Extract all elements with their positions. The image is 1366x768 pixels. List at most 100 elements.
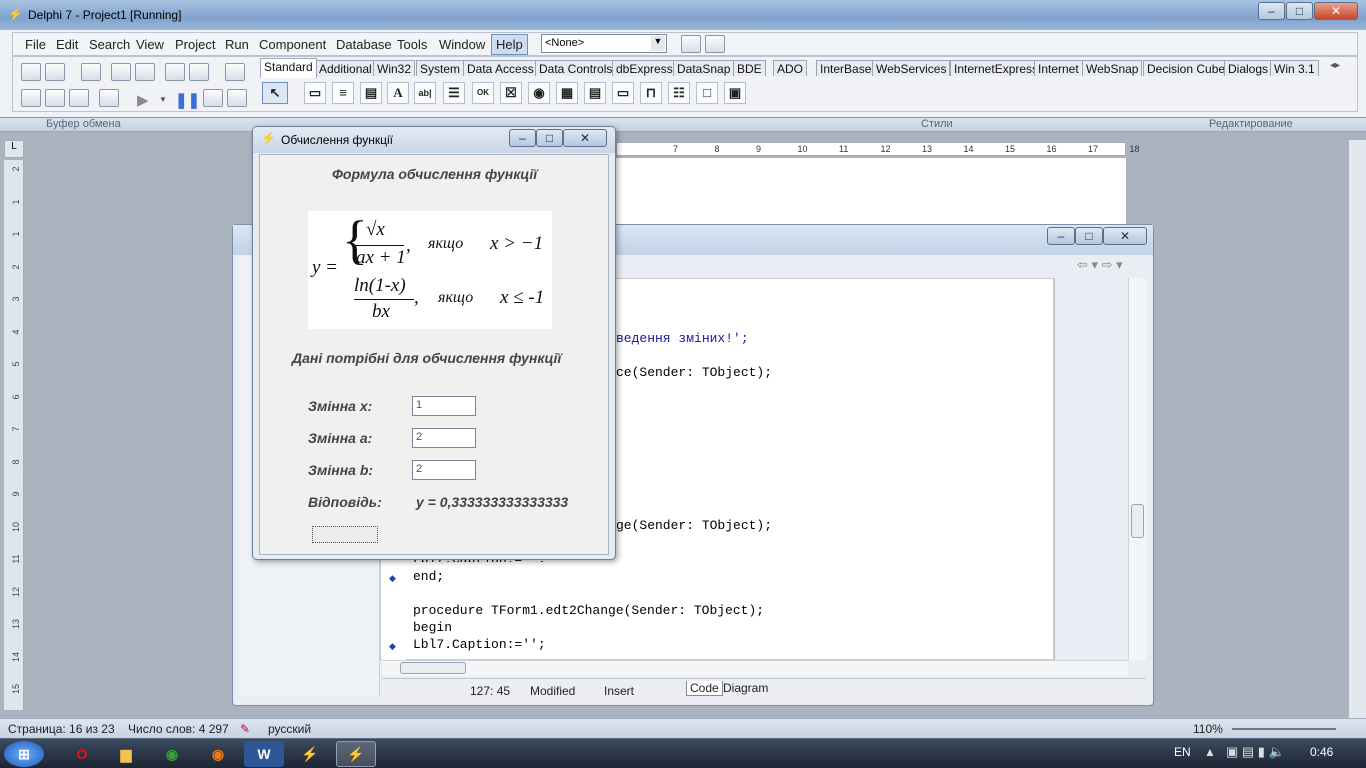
zoom-level[interactable]: 110% (1193, 722, 1223, 736)
tray-arrow-icon[interactable]: ▲ (1204, 745, 1216, 759)
button-icon[interactable]: OK (472, 82, 494, 104)
menu-run[interactable]: Run (225, 37, 249, 52)
debug-icon[interactable] (681, 35, 701, 53)
view-form-icon[interactable] (45, 89, 65, 107)
popupmenu-icon[interactable]: ▤ (360, 82, 382, 104)
chevron-down-icon[interactable]: ▼ (651, 36, 665, 51)
tray-icons[interactable]: ▣ ▤ ▮ 🔈 (1226, 744, 1285, 760)
pause-icon[interactable]: ❚❚ (175, 91, 200, 109)
editor-vertical-scrollbar[interactable] (1128, 278, 1146, 660)
scrollbar-icon[interactable]: ▭ (612, 82, 634, 104)
language-indicator[interactable]: русский (268, 722, 311, 736)
label-icon[interactable]: A (387, 82, 409, 104)
input-language[interactable]: EN (1174, 745, 1191, 759)
close-button[interactable]: ✕ (1314, 2, 1358, 20)
b-input[interactable]: 2 (412, 460, 476, 480)
new-icon[interactable] (21, 63, 41, 81)
panel-icon[interactable]: □ (696, 82, 718, 104)
clock[interactable]: 0:46 (1310, 745, 1333, 759)
menu-view[interactable]: View (136, 37, 164, 52)
pointer-tool-icon[interactable]: ↖ (262, 82, 288, 104)
menu-component[interactable]: Component (259, 37, 326, 52)
tab-dialogs[interactable]: Dialogs (1224, 60, 1273, 76)
tab-diagram[interactable]: Diagram (720, 681, 771, 695)
tab-decision-cube[interactable]: Decision Cube (1143, 60, 1230, 76)
x-input[interactable]: 1 (412, 396, 476, 416)
palette-scroll-icon[interactable]: ◂▸ (1330, 60, 1340, 71)
tab-standard[interactable]: Standard (260, 58, 317, 78)
new-form-icon[interactable] (99, 89, 119, 107)
tab-win32[interactable]: Win32 (373, 60, 416, 76)
combobox-icon[interactable]: ▤ (584, 82, 606, 104)
minimize-button[interactable]: – (1258, 2, 1285, 20)
document-page[interactable] (616, 158, 1126, 228)
groupbox-icon[interactable]: ⊓ (640, 82, 662, 104)
tab-code[interactable]: Code (686, 681, 723, 696)
scroll-thumb[interactable] (1131, 504, 1144, 538)
form-maximize-button[interactable]: □ (536, 129, 563, 147)
delphi-taskbar-icon[interactable]: ⚡ (290, 741, 330, 767)
open-icon[interactable] (45, 63, 65, 81)
add-file-icon[interactable] (165, 63, 185, 81)
tab-bde[interactable]: BDE (733, 60, 766, 76)
frames-icon[interactable]: ▭ (304, 82, 326, 104)
tab-internetexpress[interactable]: InternetExpress (950, 60, 1043, 76)
tab-win31[interactable]: Win 3.1 (1270, 60, 1319, 76)
tab-data-access[interactable]: Data Access (463, 60, 538, 76)
menu-tools[interactable]: Tools (397, 37, 427, 52)
maximize-button[interactable]: □ (1286, 2, 1313, 20)
project-taskbar-icon[interactable]: ⚡ (336, 741, 376, 767)
menu-project[interactable]: Project (175, 37, 215, 52)
menu-search[interactable]: Search (89, 37, 130, 52)
editor-maximize-button[interactable]: □ (1075, 227, 1103, 245)
tab-dbexpress[interactable]: dbExpress (612, 60, 677, 76)
firefox-icon[interactable]: ◉ (198, 741, 238, 767)
chrome-icon[interactable]: ◉ (152, 741, 192, 767)
hscroll-thumb[interactable] (400, 662, 466, 674)
tab-datasnap[interactable]: DataSnap (673, 60, 735, 76)
page-count[interactable]: Страница: 16 из 23 (8, 722, 115, 736)
component-combo[interactable]: <None> ▼ (541, 34, 667, 53)
tab-data-controls[interactable]: Data Controls (535, 60, 617, 76)
tab-interbase[interactable]: InterBase (816, 60, 876, 76)
calculate-button[interactable] (312, 526, 378, 543)
menu-edit[interactable]: Edit (56, 37, 78, 52)
trace-into-icon[interactable] (203, 89, 223, 107)
mainmenu-icon[interactable]: ≡ (332, 82, 354, 104)
checkbox-icon[interactable]: ☒ (500, 82, 522, 104)
view-unit-icon[interactable] (21, 89, 41, 107)
word-vertical-scrollbar[interactable] (1348, 140, 1366, 718)
memo-icon[interactable]: ☰ (443, 82, 465, 104)
menu-file[interactable]: File (25, 37, 46, 52)
help-contents-icon[interactable] (225, 63, 245, 81)
menu-database[interactable]: Database (336, 37, 392, 52)
actionlist-icon[interactable]: ▣ (724, 82, 746, 104)
start-button[interactable]: ⊞ (4, 741, 44, 767)
editor-minimize-button[interactable]: – (1047, 227, 1075, 245)
tab-additional[interactable]: Additional (315, 60, 376, 76)
form-close-button[interactable]: ✕ (563, 129, 607, 147)
run-dropdown-chevron-icon[interactable]: ▼ (159, 95, 167, 104)
radiogroup-icon[interactable]: ☷ (668, 82, 690, 104)
tab-stop-selector[interactable]: L (4, 140, 24, 158)
word-count[interactable]: Число слов: 4 297 (128, 722, 229, 736)
menu-window[interactable]: Window (439, 37, 485, 52)
spellcheck-icon[interactable]: ✎ (240, 722, 250, 736)
debug-step-icon[interactable] (705, 35, 725, 53)
explorer-icon[interactable]: ▆ (106, 741, 146, 767)
edit-icon[interactable]: ab| (414, 82, 436, 104)
editor-horizontal-scrollbar[interactable] (382, 660, 1128, 676)
radiobutton-icon[interactable]: ◉ (528, 82, 550, 104)
back-arrow-icon[interactable]: ⇦ ▾ ⇨ ▾ (1077, 257, 1123, 273)
a-input[interactable]: 2 (412, 428, 476, 448)
tab-ado[interactable]: ADO (773, 60, 808, 76)
menu-help[interactable]: Help (491, 34, 528, 55)
word-icon[interactable]: W (244, 741, 284, 767)
step-over-icon[interactable] (227, 89, 247, 107)
save-all-icon[interactable] (111, 63, 131, 81)
listbox-icon[interactable]: ▦ (556, 82, 578, 104)
tab-system[interactable]: System (416, 60, 465, 76)
tab-internet[interactable]: Internet (1034, 60, 1083, 76)
tab-webservices[interactable]: WebServices (872, 60, 951, 76)
run-icon[interactable]: ▶ (137, 91, 149, 109)
